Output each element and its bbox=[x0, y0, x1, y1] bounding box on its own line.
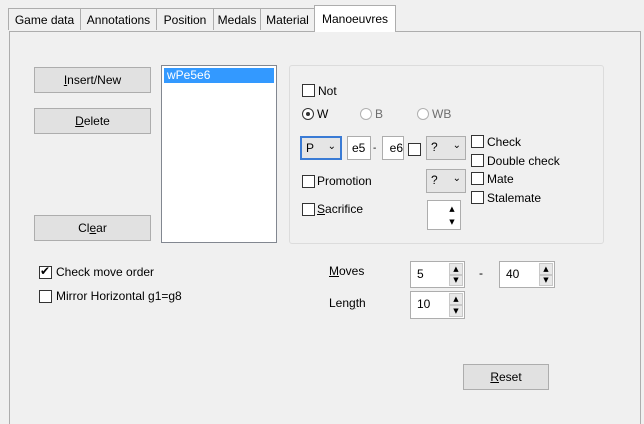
spin-up-icon[interactable]: ▲ bbox=[539, 263, 553, 275]
spin-down-icon[interactable]: ▼ bbox=[449, 305, 463, 317]
insert-new-button[interactable]: Insert/New bbox=[34, 67, 151, 93]
not-checkbox[interactable] bbox=[302, 84, 315, 97]
moves-from-spinner[interactable]: 5 ▲ ▼ bbox=[410, 261, 465, 288]
radio-both[interactable] bbox=[417, 108, 429, 120]
chevron-down-icon: ⌄ bbox=[452, 140, 461, 151]
delete-button[interactable]: Delete bbox=[34, 108, 151, 134]
check-checkbox[interactable] bbox=[471, 135, 484, 148]
tab-position[interactable]: Position bbox=[156, 8, 214, 30]
check-move-order-checkbox[interactable] bbox=[39, 264, 52, 279]
radio-white-label: W bbox=[317, 107, 329, 121]
promotion-checkbox[interactable] bbox=[302, 175, 315, 188]
tab-manoeuvres[interactable]: Manoeuvres bbox=[314, 5, 396, 32]
stalemate-label: Stalemate bbox=[487, 191, 542, 205]
radio-both-label: WB bbox=[432, 107, 452, 121]
mirror-horizontal-checkbox[interactable] bbox=[39, 290, 52, 303]
double-check-label: Double check bbox=[487, 154, 560, 168]
chevron-down-icon: ⌄ bbox=[327, 141, 336, 152]
spin-up-icon[interactable]: ▲ bbox=[449, 293, 463, 305]
tab-game-data[interactable]: Game data bbox=[8, 8, 81, 30]
spin-up-icon[interactable]: ▲ bbox=[445, 202, 459, 215]
sacrifice-spinner[interactable]: ▲ ▼ bbox=[427, 200, 461, 230]
clear-button[interactable]: Cl e ar bbox=[34, 215, 151, 241]
spin-up-icon[interactable]: ▲ bbox=[449, 263, 463, 275]
tab-medals[interactable]: Medals bbox=[213, 8, 261, 30]
length-label: Length bbox=[329, 296, 366, 310]
tab-material[interactable]: Material bbox=[260, 8, 315, 30]
stalemate-checkbox[interactable] bbox=[471, 191, 484, 204]
radio-black[interactable] bbox=[360, 108, 372, 120]
promotion-select[interactable]: ? ⌄ bbox=[426, 169, 466, 193]
length-spinner[interactable]: 10 ▲ ▼ bbox=[410, 291, 465, 319]
move-flag-select[interactable]: ? ⌄ bbox=[426, 136, 466, 160]
mate-label: Mate bbox=[487, 172, 514, 186]
sacrifice-checkbox[interactable] bbox=[302, 203, 315, 216]
mate-checkbox[interactable] bbox=[471, 172, 484, 185]
moves-label: Moves bbox=[329, 264, 365, 278]
list-item[interactable]: wPe5e6 bbox=[164, 68, 274, 83]
spin-down-icon[interactable]: ▼ bbox=[449, 274, 463, 286]
moves-to-spinner[interactable]: 40 ▲ ▼ bbox=[499, 261, 555, 288]
not-label: Not bbox=[318, 84, 337, 98]
manoeuvre-list[interactable]: wPe5e6 bbox=[161, 65, 277, 243]
reset-button[interactable]: Reset bbox=[463, 364, 549, 390]
to-square-field[interactable]: e6 bbox=[382, 136, 404, 160]
tab-annotations[interactable]: Annotations bbox=[80, 8, 157, 30]
check-move-order-label: Check move order bbox=[56, 265, 155, 279]
radio-white[interactable] bbox=[302, 108, 314, 120]
promotion-label: Promotion bbox=[317, 174, 372, 188]
spin-down-icon[interactable]: ▼ bbox=[445, 215, 459, 228]
sacrifice-label: Sacrifice bbox=[317, 202, 364, 216]
moves-dash: - bbox=[479, 266, 483, 280]
spin-down-icon[interactable]: ▼ bbox=[539, 274, 553, 286]
capture-checkbox[interactable] bbox=[408, 143, 421, 156]
double-check-checkbox[interactable] bbox=[471, 154, 484, 167]
from-square-field[interactable]: e5 bbox=[347, 136, 371, 160]
piece-select[interactable]: P ⌄ bbox=[300, 136, 342, 160]
mirror-horizontal-label: Mirror Horizontal g1=g8 bbox=[56, 289, 182, 303]
check-label: Check bbox=[487, 135, 522, 149]
chevron-down-icon: ⌄ bbox=[452, 173, 461, 184]
radio-black-label: B bbox=[375, 107, 384, 121]
tab-bar: Game data Annotations Position Medals Ma… bbox=[0, 0, 644, 32]
square-dash: - bbox=[373, 143, 377, 154]
